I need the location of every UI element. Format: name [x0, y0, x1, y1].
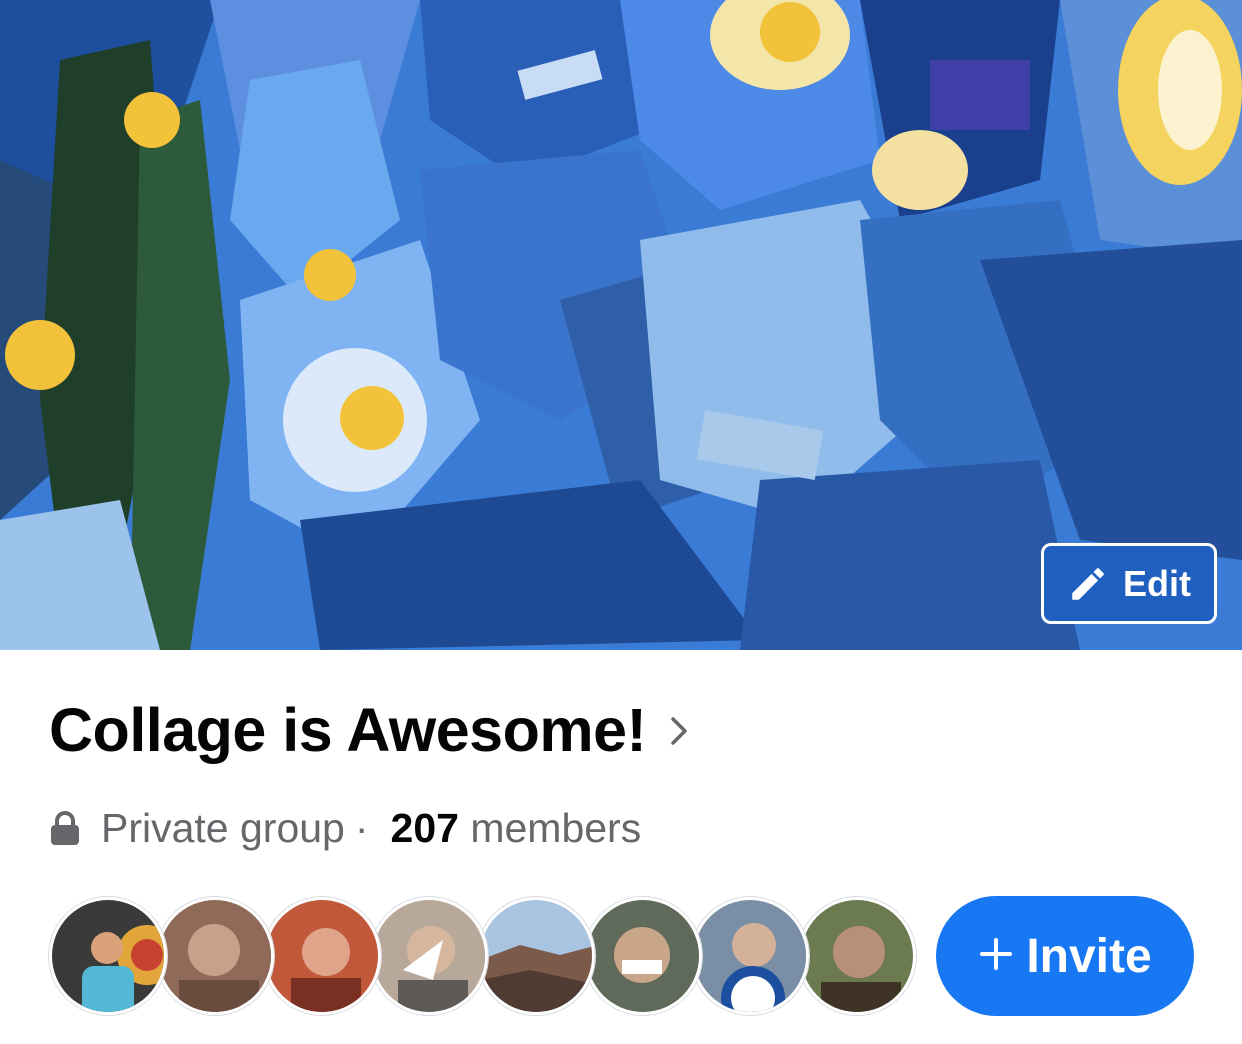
avatar[interactable] — [584, 897, 702, 1015]
group-meta: Private group · 207 members — [49, 808, 641, 849]
plus-icon — [978, 936, 1014, 977]
privacy-label: Private group — [101, 805, 345, 851]
invite-button[interactable]: Invite — [936, 896, 1194, 1016]
edit-cover-button[interactable]: Edit — [1041, 543, 1217, 624]
invite-label: Invite — [1026, 929, 1152, 983]
avatar[interactable] — [691, 897, 809, 1015]
cover-photo[interactable]: Edit — [0, 0, 1242, 650]
group-title-row[interactable]: Collage is Awesome! — [49, 700, 688, 761]
member-avatars[interactable] — [49, 897, 929, 1015]
meta-separator: · — [354, 805, 369, 851]
avatar[interactable] — [370, 897, 488, 1015]
edit-cover-label: Edit — [1123, 562, 1191, 604]
pencil-icon — [1067, 563, 1109, 605]
member-count-wrap[interactable]: 207 members — [379, 808, 642, 849]
avatar[interactable] — [49, 897, 167, 1015]
group-name[interactable]: Collage is Awesome! — [49, 700, 647, 761]
lock-icon — [49, 810, 81, 847]
avatar[interactable] — [263, 897, 381, 1015]
avatar[interactable] — [156, 897, 274, 1015]
avatar[interactable] — [477, 897, 595, 1015]
member-count: 207 — [390, 805, 459, 851]
member-suffix: members — [470, 805, 642, 851]
chevron-right-icon[interactable] — [670, 715, 688, 747]
avatar[interactable] — [798, 897, 916, 1015]
